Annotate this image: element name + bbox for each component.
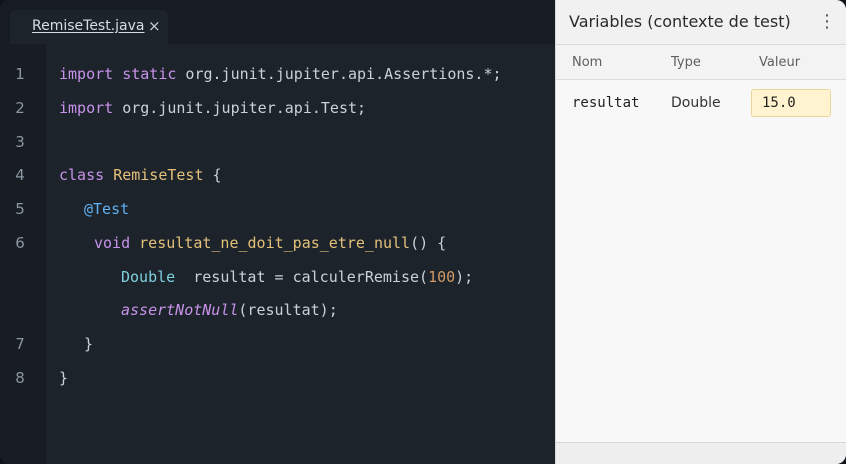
variable-row[interactable]: resultat Double 15.0 xyxy=(556,80,846,126)
variable-type: Double xyxy=(671,95,721,111)
panel-header: Variables (contexte de test) ⋮ xyxy=(556,0,846,45)
keyword: import xyxy=(59,65,114,83)
column-header: Nom Type Valeur xyxy=(556,45,846,80)
class-name: RemiseTest xyxy=(113,166,204,184)
editor-tab-bar: RemiseTest.java × xyxy=(0,0,555,44)
code-text: ); xyxy=(455,268,474,286)
variable-value-field[interactable]: 15.0 xyxy=(751,89,831,117)
type-name: Double xyxy=(121,268,176,286)
code-text: { xyxy=(203,166,222,184)
code-line-6: void resultat_ne_doit_pas_etre_null() { xyxy=(94,234,446,252)
code-line-2: import org.junit.jupiter.api.Test; xyxy=(59,99,366,117)
code-line-1: import static org.junit.jupiter.api.Asse… xyxy=(59,65,502,83)
code-text: resultat = calculerRemise( xyxy=(175,268,429,286)
code-editor[interactable]: RemiseTest.java × 1 2 3 4 5 6 7 8 import… xyxy=(0,0,555,464)
variable-name: resultat xyxy=(572,95,640,111)
more-options-icon[interactable]: ⋮ xyxy=(818,11,836,32)
line-number: 3 xyxy=(15,133,25,151)
code-line-9: } xyxy=(84,335,94,353)
close-icon[interactable]: × xyxy=(148,17,161,35)
code-line-10: } xyxy=(59,369,69,387)
number-literal: 100 xyxy=(428,268,456,286)
line-number: 4 xyxy=(15,166,25,184)
column-type[interactable]: Type xyxy=(671,55,701,70)
keyword: import xyxy=(59,99,114,117)
column-value[interactable]: Valeur xyxy=(759,55,800,70)
panel-title: Variables (contexte de test) xyxy=(569,12,791,31)
line-number: 8 xyxy=(15,369,25,387)
line-number: 2 xyxy=(15,99,25,117)
line-number: 5 xyxy=(15,200,25,218)
panel-footer xyxy=(556,442,846,464)
code-text: org.junit.jupiter.api.Test; xyxy=(113,99,367,117)
code-text: () { xyxy=(410,234,447,252)
line-number: 7 xyxy=(15,335,25,353)
tab-label[interactable]: RemiseTest.java xyxy=(32,18,145,34)
keyword: static xyxy=(122,65,177,83)
ide-window: RemiseTest.java × 1 2 3 4 5 6 7 8 import… xyxy=(0,0,846,464)
line-number: 6 xyxy=(15,234,25,252)
column-name[interactable]: Nom xyxy=(572,55,602,70)
keyword: class xyxy=(59,166,105,184)
variables-panel: Variables (contexte de test) ⋮ Nom Type … xyxy=(555,0,846,464)
code-line-7: Double resultat = calculerRemise(100); xyxy=(121,268,473,286)
keyword: void xyxy=(94,234,131,252)
code-text: (resultat); xyxy=(238,301,338,319)
method-call: assertNotNull xyxy=(121,301,239,319)
annotation: @Test xyxy=(84,200,130,218)
line-number: 1 xyxy=(15,65,25,83)
tab-remisetest-java[interactable]: RemiseTest.java × xyxy=(10,10,168,44)
code-line-4: class RemiseTest { xyxy=(59,166,222,184)
code-text: org.junit.jupiter.api.Assertions.*; xyxy=(176,65,502,83)
method-name: resultat_ne_doit_pas_etre_null xyxy=(139,234,411,252)
code-line-8: assertNotNull(resultat); xyxy=(121,301,338,319)
line-number-gutter: 1 2 3 4 5 6 7 8 xyxy=(0,44,46,464)
code-line-5: @Test xyxy=(84,200,129,218)
variable-value: 15.0 xyxy=(762,95,796,111)
